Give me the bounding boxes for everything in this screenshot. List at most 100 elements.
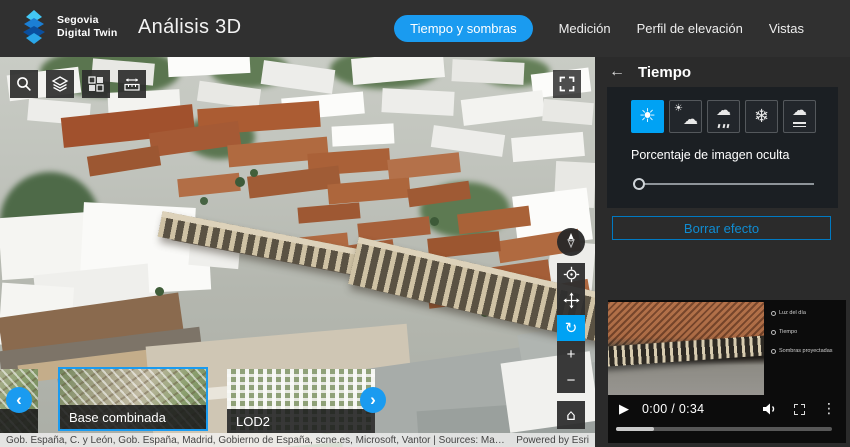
rain-drops-icon: [708, 123, 739, 129]
map-terrain-shape: [451, 59, 525, 85]
weather-sunny-button[interactable]: ☀: [631, 100, 664, 133]
weather-foggy-button[interactable]: ☁: [783, 100, 816, 133]
zoom-out-button[interactable]: −: [557, 367, 585, 393]
brand-line2: Digital Twin: [57, 27, 118, 39]
volume-button[interactable]: [762, 402, 777, 416]
map-terrain-shape: [331, 123, 395, 147]
aqueduct-segment: [157, 211, 391, 281]
chevron-left-icon: ‹: [16, 389, 22, 409]
video-player[interactable]: Luz del día Tiempo Sombras proyectadas ▶…: [608, 300, 846, 443]
video-menu: Luz del día Tiempo Sombras proyectadas: [771, 310, 842, 367]
compass-needle-icon: [563, 232, 579, 253]
weather-rainy-button[interactable]: ☁: [707, 100, 740, 133]
speaker-icon: [763, 403, 775, 415]
map-attribution-bar: Gob. España, C. y León, Gob. España, Mad…: [0, 433, 595, 447]
map-terrain-shape: [260, 60, 336, 94]
map-terrain-shape: [60, 104, 196, 148]
map-terrain-shape: [177, 172, 241, 198]
hidden-image-percent-label: Porcentaje de imagen oculta: [631, 148, 790, 162]
map-terrain-shape: [196, 80, 262, 110]
tab-vistas[interactable]: Vistas: [769, 21, 804, 36]
map-terrain-shape: [167, 57, 251, 78]
fog-lines-icon: [784, 122, 815, 127]
map-3d-view[interactable]: ↻ + − ⌂ Base combinada LOD2 ‹ › Gob. Esp…: [0, 57, 595, 447]
panel-header: ← Tiempo: [595, 57, 850, 86]
map-terrain-shape: [351, 57, 445, 85]
map-terrain-shape: [466, 259, 552, 295]
map-terrain-shape: [460, 90, 546, 126]
map-terrain-shape: [337, 239, 395, 263]
weather-snowy-button[interactable]: ❄: [745, 100, 778, 133]
map-terrain-shape: [0, 172, 100, 272]
bullet-icon: [771, 310, 776, 316]
rotate-button[interactable]: ↻: [557, 315, 585, 341]
map-terrain-shape: [381, 88, 455, 116]
map-terrain-shape: [327, 177, 411, 205]
compass-button[interactable]: [557, 228, 585, 256]
weather-partly-cloudy-button[interactable]: ☀ ☁: [669, 100, 702, 133]
nav-tool-group: ↻ + −: [557, 263, 585, 393]
video-menu-label: Tiempo: [779, 329, 798, 335]
map-navigation-stack: ↻ + − ⌂: [557, 228, 585, 429]
map-terrain-shape: [227, 136, 329, 168]
snowflake-icon: ❄: [753, 105, 770, 127]
fog-cloud-icon: ☁: [792, 101, 807, 119]
video-fullscreen-button[interactable]: [794, 403, 805, 415]
search-icon: [15, 75, 33, 93]
video-progress-bar[interactable]: [616, 427, 832, 431]
app-window: Segovia Digital Twin Análisis 3D Tiempo …: [0, 0, 850, 447]
basemap-label: Base combinada: [60, 405, 206, 429]
home-button[interactable]: ⌂: [557, 401, 585, 429]
map-terrain-shape: [376, 255, 442, 283]
video-more-button[interactable]: ⋮: [822, 402, 836, 416]
basemap-gallery-button[interactable]: [82, 70, 110, 98]
video-time-display: 0:00 / 0:34: [642, 402, 705, 416]
map-terrain-shape: [330, 57, 440, 89]
layers-button[interactable]: [46, 70, 74, 98]
map-fullscreen-button[interactable]: [553, 70, 581, 98]
map-terrain-shape: [185, 115, 255, 159]
powered-by-esri: Powered by Esri: [516, 434, 589, 446]
carousel-prev-button[interactable]: ‹: [6, 387, 32, 413]
map-terrain-shape: [0, 211, 95, 281]
locate-button[interactable]: [557, 263, 585, 289]
measure-button[interactable]: [118, 70, 146, 98]
carousel-next-button[interactable]: ›: [360, 387, 386, 413]
nav-tabs: Tiempo y sombras Medición Perfil de elev…: [394, 0, 804, 57]
video-poster-frame: [608, 302, 764, 395]
attribution-sources: Gob. España, C. y León, Gob. España, Mad…: [6, 434, 506, 446]
map-terrain-shape: [297, 202, 361, 224]
back-arrow-icon[interactable]: ←: [609, 63, 625, 81]
basemap-card-lod2[interactable]: LOD2: [227, 369, 375, 433]
slider-handle[interactable]: [633, 178, 645, 190]
search-button[interactable]: [10, 70, 38, 98]
slider-track[interactable]: [639, 183, 814, 185]
map-terrain-shape: [457, 205, 531, 235]
map-terrain-shape: [480, 307, 490, 317]
map-terrain-shape: [155, 287, 164, 296]
page-title: Análisis 3D: [138, 16, 242, 38]
map-terrain-shape: [210, 57, 290, 88]
map-terrain-shape: [27, 98, 91, 126]
play-button[interactable]: ▶: [619, 403, 629, 416]
fullscreen-expand-icon: [559, 76, 575, 92]
pan-arrows-icon: [563, 292, 580, 313]
brand-text: Segovia Digital Twin: [57, 14, 118, 40]
video-menu-item: Sombras proyectadas: [771, 348, 842, 354]
map-terrain-shape: [188, 224, 242, 270]
map-terrain-shape: [407, 180, 471, 208]
basemap-card-base-combinada[interactable]: Base combinada: [58, 367, 208, 431]
sun-icon: ☀: [638, 105, 657, 127]
tab-medicion[interactable]: Medición: [559, 21, 611, 36]
map-terrain-shape: [430, 217, 439, 226]
hidden-image-percent-slider[interactable]: [633, 178, 814, 190]
zoom-in-button[interactable]: +: [557, 341, 585, 367]
pan-button[interactable]: [557, 289, 585, 315]
video-menu-item: Tiempo: [771, 329, 842, 335]
tab-perfil-de-elevacion[interactable]: Perfil de elevación: [637, 21, 743, 36]
clear-effect-button[interactable]: Borrar efecto: [612, 216, 831, 240]
layers-icon: [51, 75, 69, 93]
map-terrain-shape: [200, 197, 208, 205]
tab-tiempo-y-sombras[interactable]: Tiempo y sombras: [394, 15, 533, 42]
video-menu-label: Sombras proyectadas: [779, 348, 833, 354]
